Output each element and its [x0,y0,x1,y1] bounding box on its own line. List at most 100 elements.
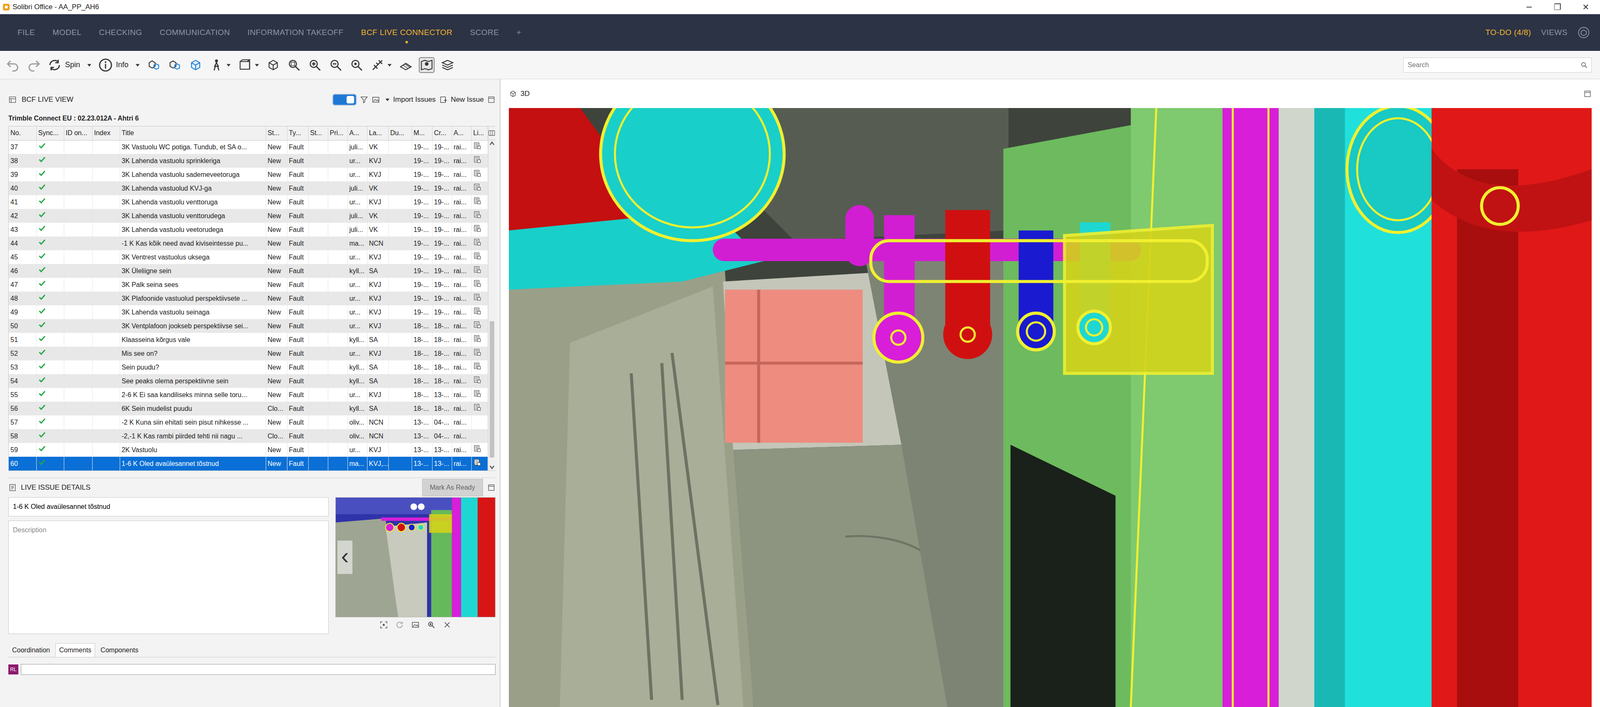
fit-icon[interactable] [286,57,302,73]
issue-row[interactable]: 393K Lahenda vastuolu sademeveetorugaNew… [8,167,488,182]
issue-row[interactable]: 52Mis see on?NewFaultur...KVJ18-...18-..… [8,346,488,361]
issue-row[interactable]: 57-2 K Kuna siin ehitati sein pisut nihk… [8,415,488,430]
issue-row[interactable]: 552-6 K Ei saa kandiliseks minna selle t… [8,387,488,402]
info-icon[interactable] [98,57,113,73]
comment-input[interactable] [20,664,496,675]
issue-row[interactable]: 54See peaks olema perspektiivne seinNewF… [8,374,488,388]
mark-as-ready-button[interactable]: Mark As Ready [422,478,484,497]
issue-row[interactable]: 53Sein puudu?NewFaultkyll...SA18-...18-.… [8,360,488,375]
menu-tab[interactable]: FILE [17,23,36,43]
column-header[interactable]: Title [119,126,266,141]
column-header[interactable]: La... [367,126,389,141]
issue-row[interactable]: 601-6 K Oled avaülesannet tõstnudNewFaul… [8,456,488,471]
dropdown-caret-icon[interactable] [226,62,232,68]
column-header[interactable]: Du... [388,126,412,141]
maximize-icon[interactable] [487,483,496,492]
column-header[interactable]: M... [411,126,433,141]
new-issue-icon[interactable] [439,95,448,104]
menu-tab[interactable]: + [516,23,522,43]
orthographic-icon[interactable] [266,57,281,73]
map-pin-icon[interactable] [419,57,434,73]
spin-icon[interactable] [47,57,62,73]
dropdown-caret-icon[interactable] [86,62,92,68]
column-header[interactable]: ID on... [63,126,93,141]
layers-icon[interactable] [440,57,455,73]
image-icon[interactable] [411,620,420,629]
table-scrollbar[interactable] [488,126,496,471]
views-link[interactable]: VIEWS [1541,26,1568,39]
column-header[interactable]: St... [265,126,287,141]
issue-row[interactable]: 463K Üleliigne seinNewFaultkyll...SA19-.… [8,264,488,278]
delete-icon[interactable] [442,620,452,629]
info-label[interactable]: Info [115,59,129,71]
menu-tab[interactable]: CHECKING [98,23,143,43]
menu-tab[interactable]: SCORE [470,23,500,43]
dropdown-caret-icon[interactable] [135,62,141,68]
search-input[interactable] [1406,59,1581,71]
menu-tab[interactable]: COMMUNICATION [159,23,230,43]
zoom-icon[interactable] [427,620,436,629]
zoom-in-icon[interactable] [307,57,323,73]
issue-row[interactable]: 423K Lahenda vastuolu venttorudegaNewFau… [8,208,488,223]
issue-row[interactable]: 473K Palk seina seesNewFaultur...KVJ19-.… [8,277,488,292]
column-header[interactable]: Cr... [432,126,452,141]
3d-viewport[interactable] [508,108,1592,707]
spin-label[interactable]: Spin [65,59,81,71]
issue-row[interactable]: 58-2,-1 K Kas rambi piirded tehti nii na… [8,429,488,443]
menu-tab[interactable]: MODEL [52,23,82,43]
column-header[interactable]: A... [347,126,368,141]
redo-icon[interactable] [26,57,41,73]
measure-icon[interactable] [370,57,385,73]
column-header[interactable]: St... [308,126,328,141]
issue-row[interactable]: 403K Lahenda vastuolud KVJ-gaNewFaultjul… [8,181,488,196]
issue-row[interactable]: 566K Sein mudelist puuduClo...Faultkyll.… [8,401,488,416]
column-header[interactable]: No. [8,126,37,141]
column-header[interactable]: Sync... [36,126,64,141]
scroll-up-icon[interactable] [488,140,496,147]
column-header[interactable]: Index [92,126,120,141]
model-tree-icon[interactable] [146,57,162,73]
issue-row[interactable]: 383K Lahenda vastuolu sprinklerigaNewFau… [8,153,488,168]
walk-icon[interactable] [209,57,224,73]
search-icon[interactable] [1580,61,1588,69]
maximize-icon[interactable] [1583,89,1592,99]
issue-row[interactable]: 44-1 K Kas kõik need avad kiviseintesse … [8,236,488,251]
live-toggle[interactable] [332,93,357,106]
details-tab[interactable]: Components [96,643,143,657]
refresh-icon[interactable] [395,620,404,629]
issue-row[interactable]: 51Klaasseina kõrgus valeNewFaultkyll...S… [8,332,488,347]
column-header[interactable]: A... [451,126,472,141]
filter-icon[interactable] [359,95,369,104]
issue-row[interactable]: 413K Lahenda vastuolu venttorugaNewFault… [8,195,488,209]
undo-icon[interactable] [5,57,21,73]
maximize-icon[interactable] [487,95,496,104]
todo-link[interactable]: TO-DO (4/8) [1485,26,1532,39]
details-tab[interactable]: Comments [55,643,96,657]
zoom-selection-icon[interactable] [349,57,364,73]
zoom-out-icon[interactable] [328,57,343,73]
menu-tab[interactable]: INFORMATION TAKEOFF [247,23,344,43]
minimize-button[interactable]: ─ [1514,0,1544,14]
description-field[interactable] [8,520,329,634]
issue-row[interactable]: 373K Vastuolu WC potiga. Tundub, et SA o… [8,140,488,154]
components-icon[interactable] [167,57,182,73]
issue-row[interactable]: 483K Plafoonide vastuolud perspektiivset… [8,291,488,306]
close-button[interactable]: ✕ [1571,0,1600,14]
focus-icon[interactable] [379,620,388,629]
dropdown-caret-icon[interactable] [387,62,393,68]
views-icon[interactable] [1577,26,1590,39]
menu-tab[interactable]: BCF LIVE CONNECTOR [361,23,453,43]
details-tab[interactable]: Coordination [8,643,54,657]
column-header[interactable]: Ty... [286,126,309,141]
section-plane-icon[interactable] [398,57,413,73]
import-issues-button[interactable]: Import Issues [393,94,436,106]
scroll-thumb[interactable] [489,321,495,458]
view-box-icon[interactable] [237,57,252,73]
issue-row[interactable]: 503K Ventplafoon jookseb perspektiivse s… [8,319,488,333]
issue-row[interactable]: 493K Lahenda vastuolu seinagaNewFaultur.… [8,305,488,320]
column-header[interactable]: Pri... [327,126,348,141]
issue-row[interactable]: 592K VastuoluNewFaultur...KVJ13-...13-..… [8,442,488,457]
dropdown-caret-icon[interactable] [254,62,260,68]
scroll-down-icon[interactable] [488,463,496,471]
issue-row[interactable]: 433K Lahenda vastuolu veetorudegaNewFaul… [8,222,488,237]
